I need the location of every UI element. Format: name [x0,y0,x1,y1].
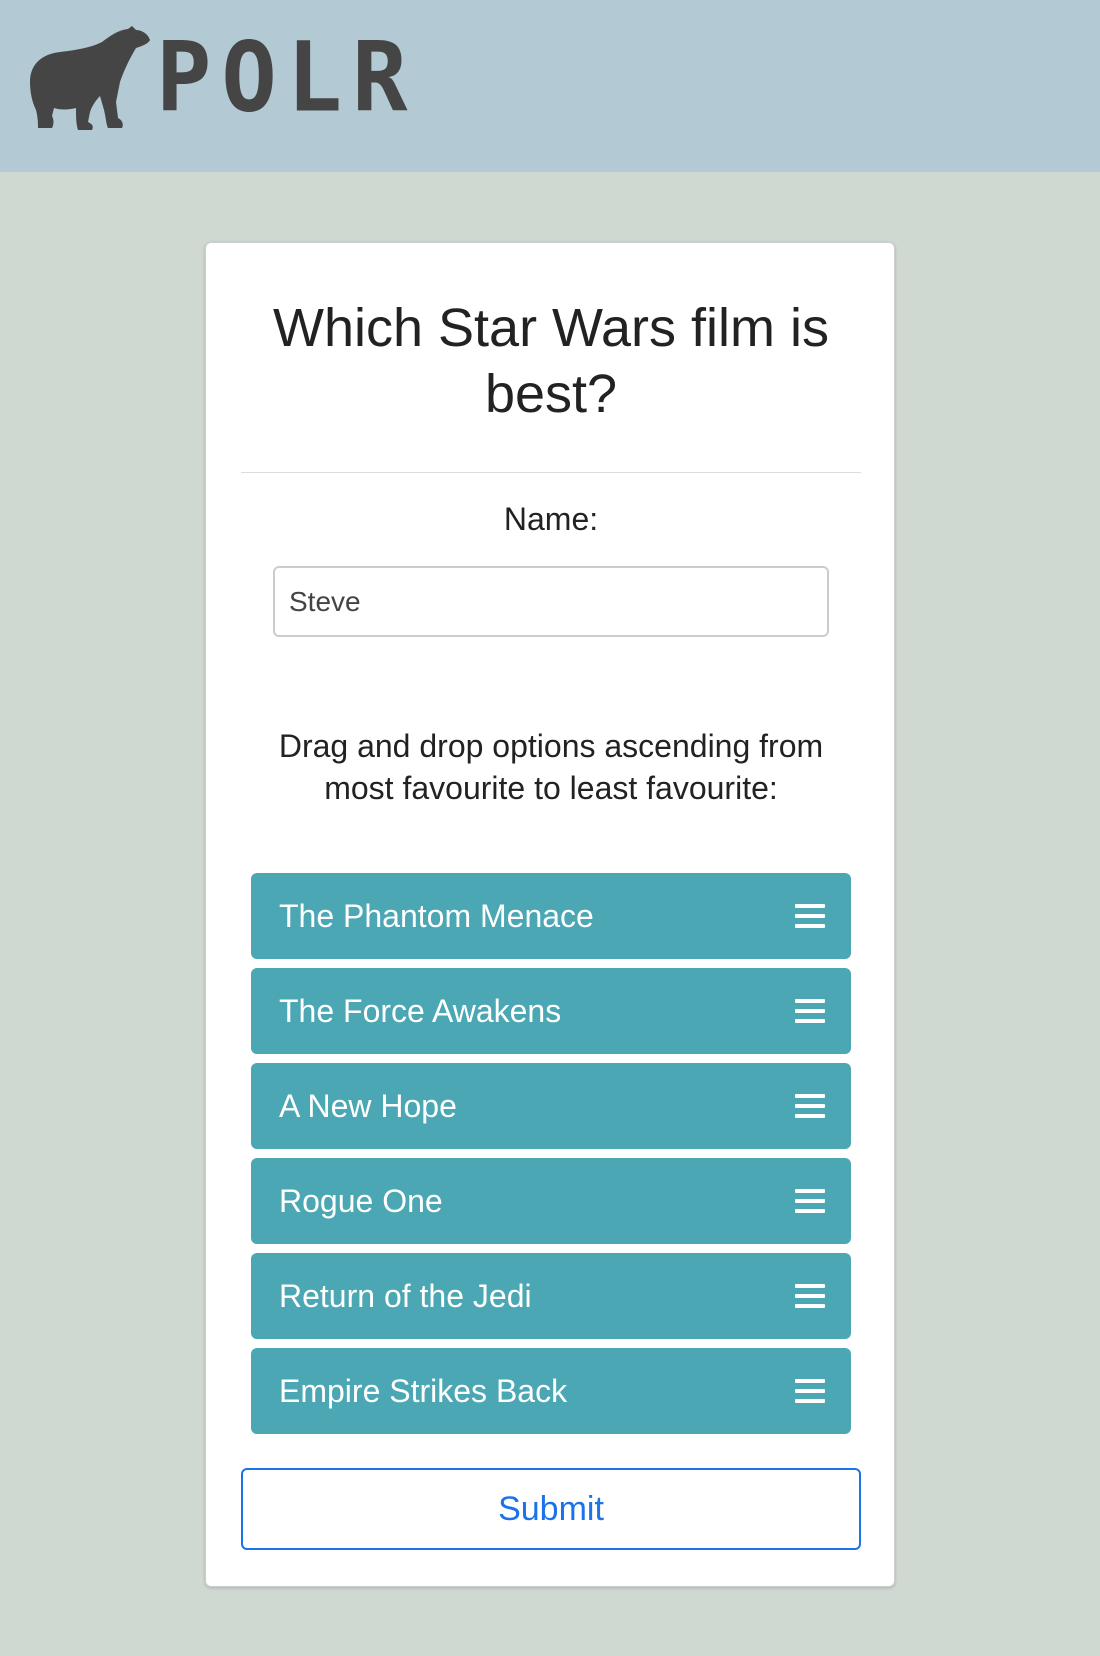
drag-handle-icon[interactable] [795,1189,825,1213]
option-label: The Phantom Menace [279,897,594,934]
drag-handle-icon[interactable] [795,999,825,1023]
option-item[interactable]: Return of the Jedi [251,1253,851,1339]
poll-card: Which Star Wars film is best? Name: Drag… [205,242,895,1587]
option-label: The Force Awakens [279,992,562,1029]
instructions-text: Drag and drop options ascending from mos… [278,728,824,806]
divider [241,472,861,473]
drag-handle-icon[interactable] [795,1284,825,1308]
drag-handle-icon[interactable] [795,904,825,928]
drag-handle-icon[interactable] [795,1379,825,1403]
option-label: Empire Strikes Back [279,1372,568,1409]
option-label: Rogue One [279,1182,443,1219]
submit-button[interactable]: Submit [241,1468,861,1550]
option-item[interactable]: A New Hope [251,1063,851,1149]
option-item[interactable]: Rogue One [251,1158,851,1244]
drag-handle-icon[interactable] [795,1094,825,1118]
polar-bear-icon [30,26,150,130]
option-item[interactable]: Empire Strikes Back [251,1348,851,1434]
sortable-options-list: The Phantom Menace The Force Awakens A N… [251,873,851,1443]
name-input[interactable] [273,566,829,637]
logo[interactable]: POLR [24,24,418,132]
name-label: Name: [503,501,599,537]
logo-text: POLR [156,21,418,134]
option-label: Return of the Jedi [279,1277,532,1314]
poll-title: Which Star Wars film is best? [272,298,830,424]
header-bar: POLR [0,0,1100,172]
option-item[interactable]: The Phantom Menace [251,873,851,959]
option-label: A New Hope [279,1087,457,1124]
option-item[interactable]: The Force Awakens [251,968,851,1054]
